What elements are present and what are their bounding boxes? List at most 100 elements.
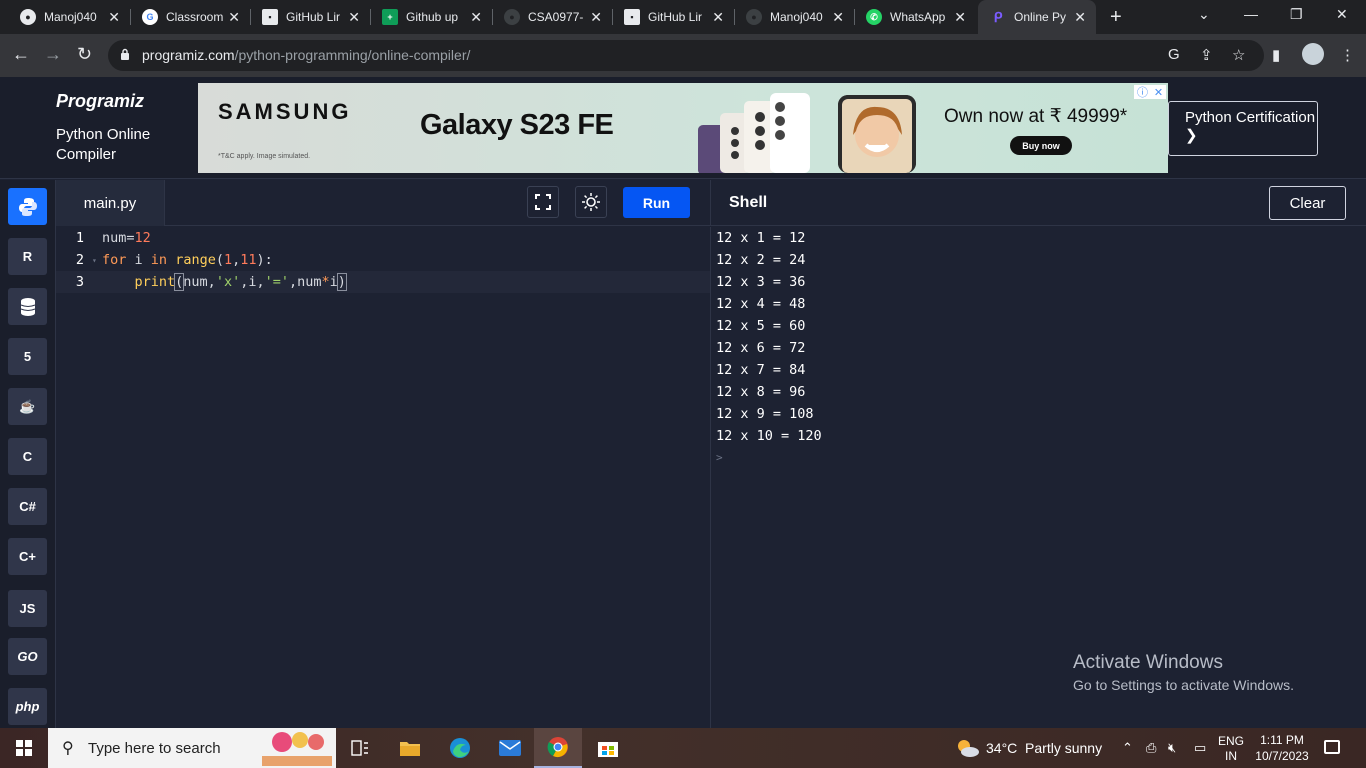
r-icon[interactable]: R bbox=[8, 238, 47, 275]
watermark-subtitle: Go to Settings to activate Windows. bbox=[1073, 677, 1294, 693]
weather-widget[interactable]: 34°C Partly sunny bbox=[955, 738, 1102, 758]
notification-icon[interactable] bbox=[1324, 740, 1340, 754]
clear-button[interactable]: Clear bbox=[1269, 186, 1346, 220]
ad-offer: Own now at ₹ 49999* bbox=[944, 106, 1128, 127]
browser-tab[interactable]: ✆ WhatsApp ✕ bbox=[854, 0, 976, 34]
address-bar[interactable]: programiz.com/python-programming/online-… bbox=[108, 40, 1264, 71]
run-button[interactable]: Run bbox=[623, 187, 690, 218]
php-icon[interactable]: php bbox=[8, 688, 47, 725]
close-icon[interactable]: ✕ bbox=[1154, 86, 1163, 99]
balloons-icon bbox=[262, 732, 332, 766]
network-icon[interactable]: ▭ bbox=[1194, 740, 1206, 756]
mail-icon[interactable] bbox=[486, 728, 534, 768]
close-icon[interactable]: ✕ bbox=[832, 9, 844, 26]
tab-title: CSA0977- bbox=[528, 10, 584, 24]
close-icon[interactable]: ✕ bbox=[954, 9, 966, 26]
browser-tab[interactable]: ● Manoj040 ✕ bbox=[8, 0, 130, 34]
share-icon[interactable]: ⇪ bbox=[1200, 46, 1213, 64]
google-icon[interactable]: G bbox=[1168, 46, 1180, 63]
browser-tab[interactable]: ● Manoj040 ✕ bbox=[734, 0, 854, 34]
url-text: programiz.com/python-programming/online-… bbox=[142, 47, 471, 63]
watermark-title: Activate Windows bbox=[1073, 652, 1223, 673]
fullscreen-icon[interactable] bbox=[527, 186, 559, 218]
output-line: 12 x 10 = 120 bbox=[716, 428, 822, 444]
line-number: 3 bbox=[75, 274, 84, 290]
input-language-indicator[interactable]: ENG IN bbox=[1218, 734, 1244, 764]
programiz-logo[interactable]: Programiz bbox=[56, 91, 144, 112]
close-icon[interactable]: ✕ bbox=[348, 9, 360, 26]
c-icon[interactable]: C bbox=[8, 438, 47, 475]
google-icon: G bbox=[142, 9, 158, 25]
taskbar-search-box[interactable]: ⚲ Type here to search bbox=[48, 728, 336, 768]
close-icon[interactable]: ✕ bbox=[470, 9, 482, 26]
edge-browser-icon[interactable] bbox=[436, 728, 484, 768]
fold-arrow-icon[interactable]: ▾ bbox=[92, 256, 102, 265]
browser-tab[interactable]: ▪ GitHub Lir ✕ bbox=[250, 0, 370, 34]
restore-button[interactable]: ❐ bbox=[1290, 6, 1303, 23]
site-header: Programiz Python Online Compiler SAMSUNG… bbox=[0, 77, 1366, 179]
github-icon: ● bbox=[20, 9, 36, 25]
ad-model-photo bbox=[838, 95, 916, 173]
bookmark-star-icon[interactable]: ☆ bbox=[1232, 46, 1245, 64]
close-window-button[interactable]: ✕ bbox=[1336, 6, 1348, 23]
browser-tab[interactable]: + Github up ✕ bbox=[370, 0, 492, 34]
code-editor[interactable]: 1 num=12 2 ▾ for i in range(1,11): 3 pri… bbox=[56, 227, 710, 728]
browser-toolbar: ← → ↻ programiz.com/python-programming/o… bbox=[0, 34, 1366, 77]
close-icon[interactable]: ✕ bbox=[712, 9, 724, 26]
file-tab-main-py[interactable]: main.py bbox=[56, 180, 165, 226]
volume-muted-icon[interactable]: 🔇︎ bbox=[1168, 740, 1176, 756]
python-certification-button[interactable]: Python Certification ❯ bbox=[1168, 101, 1318, 156]
close-icon[interactable]: ✕ bbox=[108, 9, 120, 26]
new-tab-button[interactable]: + bbox=[1110, 6, 1122, 29]
theme-toggle-sun-icon[interactable] bbox=[575, 186, 607, 218]
chevron-up-icon[interactable]: ⌃ bbox=[1122, 740, 1133, 756]
line-number: 2 bbox=[75, 252, 84, 268]
tab-title: GitHub Lir bbox=[286, 10, 341, 24]
tab-title: WhatsApp bbox=[890, 10, 946, 24]
code-line-current: 3 print(num,'x',i,'=',num*i) bbox=[56, 271, 710, 293]
menu-kebab-icon[interactable]: ⋮ bbox=[1340, 46, 1355, 64]
side-panel-icon[interactable]: ▮ bbox=[1272, 46, 1280, 64]
info-icon[interactable]: ⓘ bbox=[1137, 84, 1148, 100]
browser-tab[interactable]: ● CSA0977- ✕ bbox=[492, 0, 612, 34]
ad-buy-now-button[interactable]: Buy now bbox=[1010, 136, 1072, 155]
ad-banner[interactable]: SAMSUNG *T&C apply. Image simulated. Gal… bbox=[198, 83, 1168, 173]
browser-tab[interactable]: G Classroom ✕ bbox=[130, 0, 250, 34]
output-line: 12 x 3 = 36 bbox=[716, 274, 806, 290]
cpp-icon[interactable]: C+ bbox=[8, 538, 47, 575]
avatar[interactable] bbox=[1302, 43, 1324, 65]
tab-title: Manoj040 bbox=[770, 10, 823, 24]
java-icon[interactable]: ☕ bbox=[8, 388, 47, 425]
ad-choices[interactable]: ⓘ ✕ bbox=[1134, 85, 1166, 99]
file-explorer-icon[interactable] bbox=[386, 728, 434, 768]
close-icon[interactable]: ✕ bbox=[228, 9, 240, 26]
python-icon[interactable] bbox=[8, 188, 47, 225]
tab-title: Manoj040 bbox=[44, 10, 97, 24]
close-icon[interactable]: ✕ bbox=[590, 9, 602, 26]
output-line: 12 x 6 = 72 bbox=[716, 340, 806, 356]
tab-search-icon[interactable]: ⌄ bbox=[1198, 6, 1210, 23]
output-line: 12 x 1 = 12 bbox=[716, 230, 806, 246]
close-icon[interactable]: ✕ bbox=[1074, 9, 1086, 26]
sql-icon[interactable] bbox=[8, 288, 47, 325]
browser-tab-active[interactable]: ᑭ Online Py ✕ bbox=[978, 0, 1096, 34]
go-icon[interactable]: GO bbox=[8, 638, 47, 675]
windows-start-icon[interactable] bbox=[16, 740, 32, 756]
chrome-icon[interactable] bbox=[534, 728, 582, 768]
forward-button[interactable]: → bbox=[44, 44, 62, 65]
reload-button[interactable]: ↻ bbox=[77, 44, 92, 65]
minimize-button[interactable]: — bbox=[1244, 6, 1258, 22]
meet-now-icon[interactable]: ⎙ bbox=[1146, 740, 1156, 756]
csharp-icon[interactable]: C# bbox=[8, 488, 47, 525]
phones-image bbox=[698, 93, 810, 173]
javascript-icon[interactable]: JS bbox=[8, 590, 47, 627]
html5-icon[interactable]: 5 bbox=[8, 338, 47, 375]
browser-tab[interactable]: ▪ GitHub Lir ✕ bbox=[612, 0, 734, 34]
taskbar-clock[interactable]: 1:11 PM 10/7/2023 bbox=[1254, 732, 1310, 764]
page-icon: ▪ bbox=[624, 9, 640, 25]
ad-disclaimer: *T&C apply. Image simulated. bbox=[218, 153, 311, 160]
back-button[interactable]: ← bbox=[12, 44, 30, 65]
task-view-icon[interactable] bbox=[336, 728, 384, 768]
weather-text: 34°C Partly sunny bbox=[986, 740, 1103, 756]
store-icon[interactable] bbox=[584, 728, 632, 768]
